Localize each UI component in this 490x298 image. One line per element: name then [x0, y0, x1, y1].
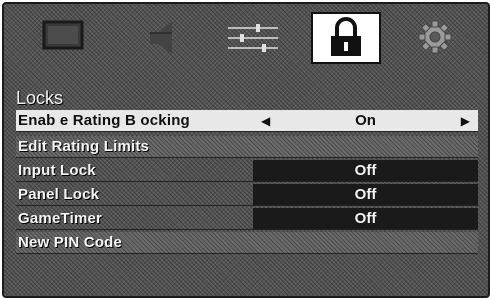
- menu-row-new-pin-code[interactable]: New PIN Code: [16, 232, 478, 254]
- menu-row-panel-lock[interactable]: Panel Lock Off: [16, 184, 478, 206]
- tab-setup[interactable]: [400, 14, 470, 62]
- menu-row-label: Panel Lock: [18, 186, 100, 203]
- menu-row-label: GameTimer: [18, 210, 103, 227]
- menu-row-label: Input Lock: [18, 162, 96, 179]
- value-box: Off: [253, 184, 478, 205]
- menu-row-enable-rating-blocking[interactable]: Enab e Rating B ocking ◀ On ▶: [16, 110, 478, 132]
- menu-row-value: Off: [354, 162, 377, 179]
- menu-row-label: Edit Rating Limits: [18, 138, 150, 155]
- value-box: Off: [253, 160, 478, 181]
- tab-picture[interactable]: [32, 14, 102, 62]
- tab-adjust[interactable]: [218, 14, 288, 62]
- right-arrow-icon[interactable]: ▶: [461, 114, 470, 128]
- menu-row-label: Enab e Rating B ocking: [18, 112, 190, 129]
- menu-row-label: New PIN Code: [18, 234, 123, 251]
- tv-menu-screen: Locks Enab e Rating B ocking ◀ On ▶ Edit…: [2, 2, 490, 298]
- gear-icon: [418, 20, 452, 54]
- lock-icon: [331, 17, 361, 56]
- menu-row-value: Off: [354, 186, 377, 203]
- menu-row-value: Off: [354, 210, 377, 227]
- speaker-icon: [150, 22, 172, 54]
- value-selector[interactable]: ◀ On ▶: [253, 110, 478, 131]
- tab-sound[interactable]: [128, 14, 198, 62]
- value-box: Off: [253, 208, 478, 229]
- picture-icon: [42, 20, 84, 50]
- menu-row-value: On: [355, 112, 376, 129]
- menu-row-game-timer[interactable]: GameTimer Off: [16, 208, 478, 230]
- category-tabs: [4, 4, 488, 72]
- menu-row-input-lock[interactable]: Input Lock Off: [16, 160, 478, 182]
- menu-row-edit-rating-limits[interactable]: Edit Rating Limits: [16, 136, 478, 158]
- menu-title: Locks: [16, 88, 64, 108]
- tab-locks[interactable]: [311, 12, 381, 64]
- sliders-icon: [228, 24, 278, 52]
